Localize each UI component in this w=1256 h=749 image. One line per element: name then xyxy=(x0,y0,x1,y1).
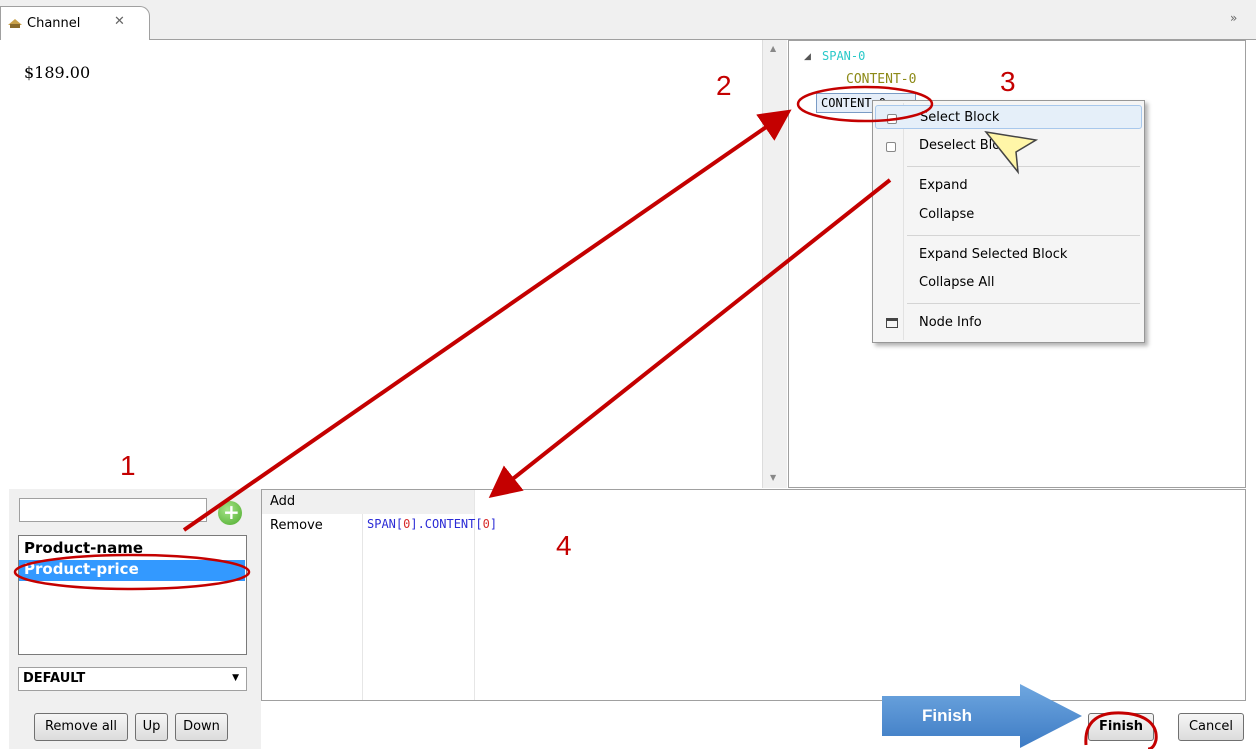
menu-item-label: Deselect Block xyxy=(919,138,1015,153)
menu-item-select-block[interactable]: Select Block xyxy=(875,105,1142,129)
list-item[interactable]: Product-name xyxy=(24,539,143,557)
checkbox-icon xyxy=(887,114,897,124)
checkbox-icon xyxy=(886,142,896,152)
xpath-value: SPAN[0].CONTENT[0] xyxy=(367,517,498,531)
menu-separator xyxy=(907,235,1140,236)
tree-expand-icon[interactable]: ◢ xyxy=(804,52,811,62)
down-button[interactable]: Down xyxy=(175,713,228,741)
tab-title: Channel xyxy=(27,16,81,31)
annotation-number-3: 3 xyxy=(1000,66,1016,97)
preview-price: $189.00 xyxy=(24,63,91,82)
menu-item-label: Node Info xyxy=(919,315,982,330)
close-icon[interactable]: ✕ xyxy=(114,14,125,29)
tab-bar xyxy=(0,0,1256,40)
view-menu-chevron-icon[interactable]: » xyxy=(1230,11,1237,25)
finish-button[interactable]: Finish xyxy=(1088,713,1154,741)
menu-item-collapse-all[interactable]: Collapse All xyxy=(875,271,1142,295)
finish-callout-label: Finish xyxy=(922,706,973,725)
tab-channel[interactable]: Channel ✕ xyxy=(0,6,150,40)
menu-item-label: Collapse xyxy=(919,207,975,222)
channel-name-input[interactable] xyxy=(19,498,207,522)
annotation-number-2: 2 xyxy=(716,70,732,101)
menu-separator xyxy=(907,166,1140,167)
channel-icon xyxy=(8,19,22,28)
menu-separator xyxy=(907,303,1140,304)
select-value: DEFAULT xyxy=(23,671,86,686)
menu-item-label: Expand xyxy=(919,178,968,193)
menu-item-node-info[interactable]: Node Info xyxy=(875,311,1142,335)
vertical-scrollbar[interactable]: ▲ ▼ xyxy=(762,40,787,488)
mode-select[interactable]: DEFAULT ▼ xyxy=(18,667,247,691)
menu-item-label: Collapse All xyxy=(919,275,995,290)
window-icon xyxy=(886,318,898,328)
annotation-number-4: 4 xyxy=(556,530,572,561)
up-button[interactable]: Up xyxy=(135,713,168,741)
chevron-down-icon: ▼ xyxy=(232,673,239,683)
add-channel-button[interactable]: + xyxy=(218,500,242,525)
menu-item-deselect-block[interactable]: Deselect Block xyxy=(875,134,1142,158)
remove-action-label[interactable]: Remove xyxy=(270,518,323,533)
tree-node-content[interactable]: CONTENT-0 xyxy=(846,72,916,87)
scroll-down-icon[interactable]: ▼ xyxy=(770,473,776,482)
cancel-button[interactable]: Cancel xyxy=(1178,713,1244,741)
remove-all-button[interactable]: Remove all xyxy=(34,713,128,741)
add-action-label[interactable]: Add xyxy=(270,494,295,509)
scroll-up-icon[interactable]: ▲ xyxy=(770,44,776,53)
context-menu: Select Block Deselect Block Expand Colla… xyxy=(872,100,1145,343)
preview-pane xyxy=(9,40,762,488)
menu-item-label: Expand Selected Block xyxy=(919,247,1068,262)
finish-callout-arrow xyxy=(882,684,1082,748)
menu-item-collapse[interactable]: Collapse xyxy=(875,203,1142,227)
tree-node-span[interactable]: SPAN-0 xyxy=(822,49,865,63)
column-divider xyxy=(362,514,363,700)
annotation-number-1: 1 xyxy=(120,450,136,481)
menu-item-expand[interactable]: Expand xyxy=(875,174,1142,198)
menu-item-expand-selected-block[interactable]: Expand Selected Block xyxy=(875,243,1142,267)
list-item-selected[interactable]: Product-price xyxy=(19,560,245,581)
menu-item-label: Select Block xyxy=(920,110,1000,125)
plus-icon: + xyxy=(223,500,240,524)
